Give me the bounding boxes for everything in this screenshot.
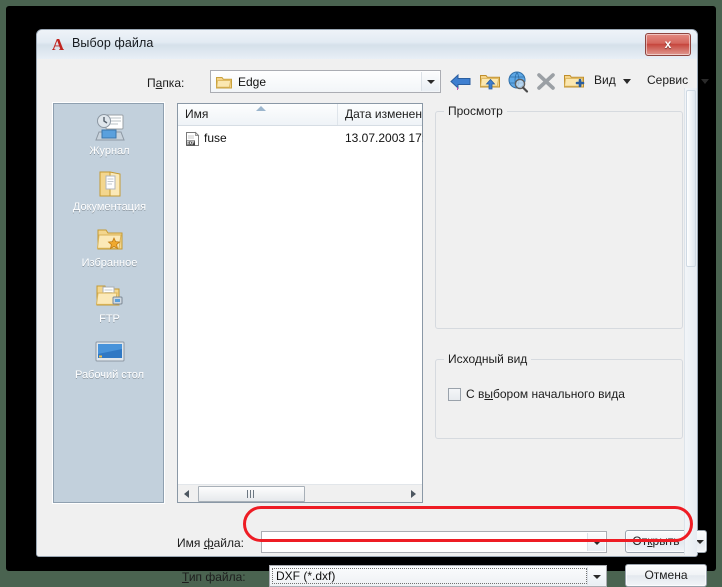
sidebar-item-history[interactable]: Журнал [54,112,165,157]
back-button[interactable] [448,69,474,94]
file-type-value: DXF (*.dxf) [276,569,336,583]
scrollbar-thumb[interactable] [198,486,305,502]
horizontal-scrollbar[interactable] [178,484,422,502]
up-one-level-button[interactable] [477,69,503,94]
look-in-label: Папка: [147,76,185,90]
search-web-button[interactable] [505,69,531,94]
file-list[interactable]: Имя Дата изменен DXF fuse 13.07.2003 17 [177,103,423,503]
chevron-down-icon[interactable] [623,79,632,85]
sort-ascending-icon [256,106,266,113]
chevron-down-icon[interactable] [587,533,605,551]
scrollbar-thumb[interactable] [686,90,696,267]
delete-button[interactable] [533,69,559,94]
open-button[interactable]: Открыть [625,530,687,553]
window-title: Выбор файла [72,36,154,50]
initial-view-checkbox[interactable] [448,388,461,401]
preview-title: Просмотр [444,104,507,118]
file-date: 13.07.2003 17:2 [345,131,423,145]
favorites-folder-icon [93,224,127,256]
sidebar-item-documents[interactable]: Документация [54,168,165,213]
sidebar-item-label: Избранное [81,257,138,269]
preview-panel: Просмотр [435,104,683,329]
scroll-right-icon[interactable] [405,485,422,501]
close-icon: x [664,37,672,51]
scroll-left-icon[interactable] [178,485,195,501]
ftp-folder-icon [93,280,127,312]
sidebar-item-ftp[interactable]: FTP [54,280,165,325]
column-header-date[interactable]: Дата изменен [338,104,422,125]
look-in-value: Edge [238,75,267,89]
initial-view-checkbox-label: С выбором начального вида [466,387,625,401]
chevron-down-icon[interactable] [701,79,710,85]
dxf-file-icon: DXF [185,131,201,147]
dialog-body: Папка: Edge Вид Сервис Журнал Документац… [37,59,709,587]
file-name-combobox[interactable] [261,531,607,553]
outer-frame: A Выбор файла x Папка: Edge Вид Сервис Ж… [6,6,716,587]
file-type-label: Тип файла: [182,570,246,584]
file-name-label: Имя файла: [177,536,244,550]
file-open-dialog: A Выбор файла x Папка: Edge Вид Сервис Ж… [36,29,709,587]
file-type-combobox[interactable]: DXF (*.dxf) [269,565,607,587]
sidebar-item-label: Журнал [89,145,130,157]
cancel-button[interactable]: Отмена [625,564,707,587]
chevron-down-icon[interactable] [421,72,439,91]
desktop-icon [93,336,127,368]
documents-folder-icon [93,168,127,200]
look-in-combobox[interactable]: Edge [210,70,441,93]
title-bar: A Выбор файла x [37,30,697,60]
chevron-down-icon[interactable] [587,567,605,585]
sidebar-item-label: FTP [99,313,120,325]
table-row[interactable]: DXF fuse 13.07.2003 17:2 [178,129,423,148]
sidebar-item-favorites[interactable]: Избранное [54,224,165,269]
scroll-grip-icon [247,490,256,498]
initial-view-title: Исходный вид [444,352,532,366]
view-menu-button[interactable]: Вид [594,73,616,87]
sidebar-item-label: Документация [72,201,147,213]
new-folder-button[interactable] [561,69,587,94]
sidebar-item-label: Рабочий стол [74,369,145,381]
history-icon [93,112,127,144]
folder-icon [216,75,232,89]
initial-view-panel: Исходный вид С выбором начального вида [435,352,683,439]
file-list-header: Имя Дата изменен [178,104,422,126]
svg-text:DXF: DXF [187,141,195,146]
sidebar-item-desktop[interactable]: Рабочий стол [54,336,165,381]
places-bar: Журнал Документация Избранное FTP Рабочи… [53,103,164,503]
file-name: fuse [204,131,227,145]
close-button[interactable]: x [645,33,691,56]
tools-menu-button[interactable]: Сервис [647,73,688,87]
autocad-a-icon: A [51,35,65,54]
dialog-vertical-scrollbar[interactable] [684,88,697,555]
